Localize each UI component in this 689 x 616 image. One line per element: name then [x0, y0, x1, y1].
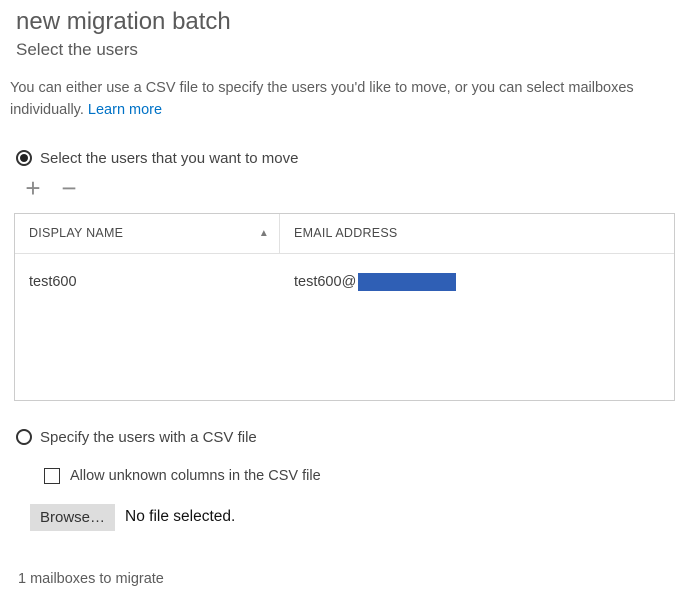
col-display-name-label: DISPLAY NAME: [29, 226, 123, 240]
cell-email-prefix: test600@: [294, 273, 356, 289]
sort-asc-icon[interactable]: ▲: [259, 228, 269, 239]
radio-csv[interactable]: [16, 429, 32, 445]
option-select-users-label: Select the users that you want to move: [40, 150, 298, 167]
allow-unknown-row[interactable]: Allow unknown columns in the CSV file: [44, 468, 679, 484]
users-grid: DISPLAY NAME ▲ EMAIL ADDRESS test600 tes…: [14, 213, 675, 401]
browse-row: Browse… No file selected.: [30, 504, 679, 531]
allow-unknown-label: Allow unknown columns in the CSV file: [70, 468, 321, 484]
col-email[interactable]: EMAIL ADDRESS: [280, 226, 674, 240]
browse-button[interactable]: Browse…: [30, 504, 115, 531]
no-file-label: No file selected.: [125, 508, 235, 526]
grid-body: test600 test600@: [15, 254, 674, 294]
grid-header: DISPLAY NAME ▲ EMAIL ADDRESS: [15, 214, 674, 254]
option-select-users[interactable]: Select the users that you want to move: [16, 150, 679, 167]
cell-email: test600@: [280, 273, 674, 291]
grid-toolbar: + −: [22, 177, 679, 199]
learn-more-link[interactable]: Learn more: [88, 102, 162, 118]
cell-display-name: test600: [15, 274, 280, 290]
add-icon[interactable]: +: [22, 177, 44, 199]
col-display-name[interactable]: DISPLAY NAME ▲: [15, 214, 280, 253]
page-subtitle: Select the users: [16, 40, 679, 60]
option-csv-label: Specify the users with a CSV file: [40, 429, 257, 446]
redacted-domain: [358, 273, 456, 291]
mailbox-count: 1 mailboxes to migrate: [18, 571, 679, 587]
remove-icon[interactable]: −: [58, 177, 80, 199]
option-csv[interactable]: Specify the users with a CSV file: [16, 429, 679, 446]
page-title: new migration batch: [16, 8, 679, 36]
col-email-label: EMAIL ADDRESS: [294, 226, 398, 240]
intro-text: You can either use a CSV file to specify…: [10, 78, 679, 122]
allow-unknown-checkbox[interactable]: [44, 468, 60, 484]
table-row[interactable]: test600 test600@: [15, 270, 674, 294]
radio-select-users[interactable]: [16, 150, 32, 166]
